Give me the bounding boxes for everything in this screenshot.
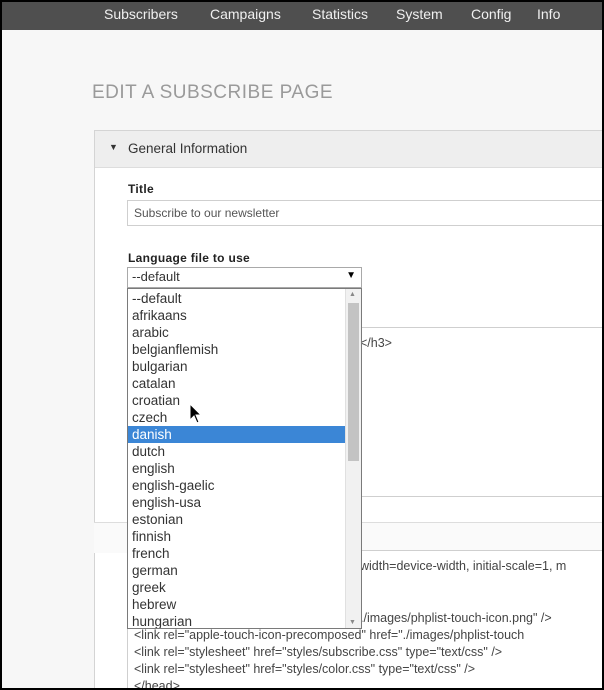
language-dropdown-list[interactable]: --default afrikaans arabic belgianflemish bu… (127, 288, 362, 629)
head-line-subscribe-css: <link rel="stylesheet" href="styles/subs… (134, 645, 503, 659)
language-select-value: --default (132, 269, 180, 284)
language-label: Language file to use (128, 251, 251, 265)
top-navigation: Subscribers Campaigns Statistics System … (2, 2, 602, 30)
nav-config[interactable]: Config (471, 6, 511, 22)
head-line-color-css: <link rel="stylesheet" href="styles/colo… (134, 662, 476, 676)
dropdown-scrollbar[interactable]: ▲ ▼ (345, 289, 361, 628)
language-option[interactable]: catalan (128, 375, 346, 392)
language-option[interactable]: hungarian (128, 613, 346, 628)
language-option[interactable]: croatian (128, 392, 346, 409)
language-option[interactable]: arabic (128, 324, 346, 341)
language-option[interactable]: english-gaelic (128, 477, 346, 494)
head-line-close-head: </head> (134, 679, 180, 690)
language-option[interactable]: french (128, 545, 346, 562)
mouse-pointer-icon (189, 403, 203, 424)
title-input[interactable] (127, 200, 602, 226)
header-textarea-fragment: </h3> (360, 336, 392, 350)
language-option[interactable]: english-usa (128, 494, 346, 511)
language-option[interactable]: german (128, 562, 346, 579)
caret-down-icon[interactable]: ▼ (109, 142, 118, 152)
title-label: Title (128, 182, 154, 196)
language-option[interactable]: czech (128, 409, 346, 426)
scrollbar-thumb[interactable] (348, 303, 359, 461)
language-option[interactable]: belgianflemish (128, 341, 346, 358)
dropdown-arrow-icon[interactable]: ▼ (346, 270, 356, 281)
head-line-apple-touch: <link rel="apple-touch-icon-precomposed"… (134, 628, 525, 642)
language-option[interactable]: afrikaans (128, 307, 346, 324)
language-option[interactable]: hebrew (128, 596, 346, 613)
language-option[interactable]: danish (128, 426, 346, 443)
language-option[interactable]: dutch (128, 443, 346, 460)
page-title: EDIT A SUBSCRIBE PAGE (92, 82, 334, 103)
panel-header-label: General Information (128, 141, 248, 156)
head-line-viewport: width=device-width, initial-scale=1, m (360, 559, 567, 573)
nav-campaigns[interactable]: Campaigns (210, 6, 281, 22)
language-option[interactable]: bulgarian (128, 358, 346, 375)
app-frame: Subscribers Campaigns Statistics System … (0, 0, 604, 690)
head-line-touch-icon: ./images/phplist-touch-icon.png" /> (360, 611, 552, 625)
language-option[interactable]: estonian (128, 511, 346, 528)
panel-header[interactable]: ▼ General Information (95, 131, 602, 168)
nav-subscribers[interactable]: Subscribers (104, 6, 178, 22)
language-option[interactable]: greek (128, 579, 346, 596)
nav-info[interactable]: Info (537, 6, 560, 22)
scroll-down-icon[interactable]: ▼ (349, 619, 356, 626)
scroll-up-icon[interactable]: ▲ (349, 291, 356, 298)
language-select[interactable]: --default ▼ (127, 267, 362, 288)
language-option[interactable]: english (128, 460, 346, 477)
language-option[interactable]: finnish (128, 528, 346, 545)
language-option[interactable]: --default (128, 290, 346, 307)
nav-statistics[interactable]: Statistics (312, 6, 368, 22)
nav-system[interactable]: System (396, 6, 443, 22)
